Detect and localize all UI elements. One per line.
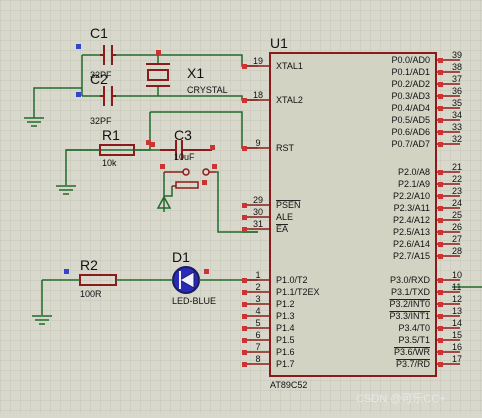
pin-name: P0.5/AD5 (391, 115, 430, 125)
pin-number: 13 (452, 306, 462, 316)
pin-name: RST (276, 143, 295, 153)
pin-name: P2.0/A8 (398, 167, 430, 177)
pin-number: 1 (255, 270, 260, 280)
pin-name: P3.4/T0 (398, 323, 430, 333)
pin-number: 34 (452, 110, 462, 120)
pin-number: 27 (452, 234, 462, 244)
pin-number: 24 (452, 198, 462, 208)
u1-value: AT89C52 (270, 380, 307, 390)
pin-name: XTAL2 (276, 95, 303, 105)
u1-ref: U1 (270, 35, 288, 51)
pin-number: 8 (255, 354, 260, 364)
pin-name: PSEN (276, 200, 301, 210)
d1-value: LED-BLUE (172, 296, 216, 306)
pin-number: 4 (255, 306, 260, 316)
pin-number: 18 (253, 90, 263, 100)
pin-number: 6 (255, 330, 260, 340)
pin-number: 21 (452, 162, 462, 172)
pin-number: 19 (253, 56, 263, 66)
pin-number: 5 (255, 318, 260, 328)
pin-name: P0.1/AD1 (391, 67, 430, 77)
r1-value: 10k (102, 158, 117, 168)
pin-name: P3.1/TXD (391, 287, 431, 297)
pin-number: 29 (253, 195, 263, 205)
pin-name: P3.7/RD (396, 359, 431, 369)
pin-number: 9 (255, 138, 260, 148)
pin-number: 17 (452, 354, 462, 364)
pin-name: P3.5/T1 (398, 335, 430, 345)
x1-value: CRYSTAL (187, 85, 228, 95)
pin-number: 33 (452, 122, 462, 132)
pin-name: P1.2 (276, 299, 295, 309)
r1-ref: R1 (102, 127, 120, 143)
pin-number: 39 (452, 50, 462, 60)
pin-name: P1.4 (276, 323, 295, 333)
pin-number: 16 (452, 342, 462, 352)
pin-number: 30 (253, 207, 263, 217)
pin-name: P0.7/AD7 (391, 139, 430, 149)
ic-u1[interactable]: U1 AT89C52 19 XTAL118 XTAL29 RST29 PSEN30 ALE… (242, 35, 462, 390)
pin-name: XTAL1 (276, 61, 303, 71)
pin-name: P1.5 (276, 335, 295, 345)
pin-number: 22 (452, 174, 462, 184)
pin-number: 15 (452, 330, 462, 340)
pin-number: 35 (452, 98, 462, 108)
pin-name: P2.6/A14 (393, 239, 430, 249)
pin-name: P2.4/A12 (393, 215, 430, 225)
pin-name: P2.1/A9 (398, 179, 430, 189)
pin-name: P2.7/A15 (393, 251, 430, 261)
watermark: CSDN @可乐CC+ (356, 392, 446, 405)
c3-value: 10uF (174, 152, 195, 162)
pin-name: P0.4/AD4 (391, 103, 430, 113)
pin-number: 3 (255, 294, 260, 304)
pin-name: P1.6 (276, 347, 295, 357)
pin-number: 31 (253, 219, 263, 229)
pin-name: P3.0/RXD (390, 275, 431, 285)
pin-name: P1.0/T2 (276, 275, 308, 285)
pin-number: 2 (255, 282, 260, 292)
pin-name: P3.3/INT1 (389, 311, 430, 321)
pin-number: 10 (452, 270, 462, 280)
pin-name: P2.5/A13 (393, 227, 430, 237)
pin-name: P0.2/AD2 (391, 79, 430, 89)
x1-ref: X1 (187, 65, 204, 81)
r2-ref: R2 (80, 257, 98, 273)
schematic-canvas: C1 32PF C2 32PF X1 CRYSTAL R1 10k C3 10u… (0, 0, 482, 413)
pin-number: 36 (452, 86, 462, 96)
pin-number: 23 (452, 186, 462, 196)
pin-number: 28 (452, 246, 462, 256)
c2-ref: C2 (90, 71, 108, 87)
c1-ref: C1 (90, 25, 108, 41)
pin-number: 12 (452, 294, 462, 304)
pin-number: 32 (452, 134, 462, 144)
c3-ref: C3 (174, 127, 192, 143)
c2-value: 32PF (90, 116, 112, 126)
pin-number: 37 (452, 74, 462, 84)
pin-number: 38 (452, 62, 462, 72)
pin-name: P2.2/A10 (393, 191, 430, 201)
pin-name: P1.3 (276, 311, 295, 321)
r2-value: 100R (80, 289, 102, 299)
pin-number: 25 (452, 210, 462, 220)
pin-number: 26 (452, 222, 462, 232)
pin-name: P0.0/AD0 (391, 55, 430, 65)
pin-name: P0.3/AD3 (391, 91, 430, 101)
d1-ref: D1 (172, 249, 190, 265)
pin-name: P3.6/WR (394, 347, 431, 357)
pin-number: 7 (255, 342, 260, 352)
pin-name: P3.2/INT0 (389, 299, 430, 309)
schematic-svg: C1 32PF C2 32PF X1 CRYSTAL R1 10k C3 10u… (0, 0, 482, 413)
pin-name: P1.1/T2EX (276, 287, 320, 297)
pin-name: EA (276, 224, 288, 234)
pin-number: 11 (452, 282, 461, 292)
pin-name: P1.7 (276, 359, 295, 369)
pin-name: ALE (276, 212, 293, 222)
pin-name: P2.3/A11 (394, 203, 430, 213)
pin-name: P0.6/AD6 (391, 127, 430, 137)
pin-number: 14 (452, 318, 462, 328)
